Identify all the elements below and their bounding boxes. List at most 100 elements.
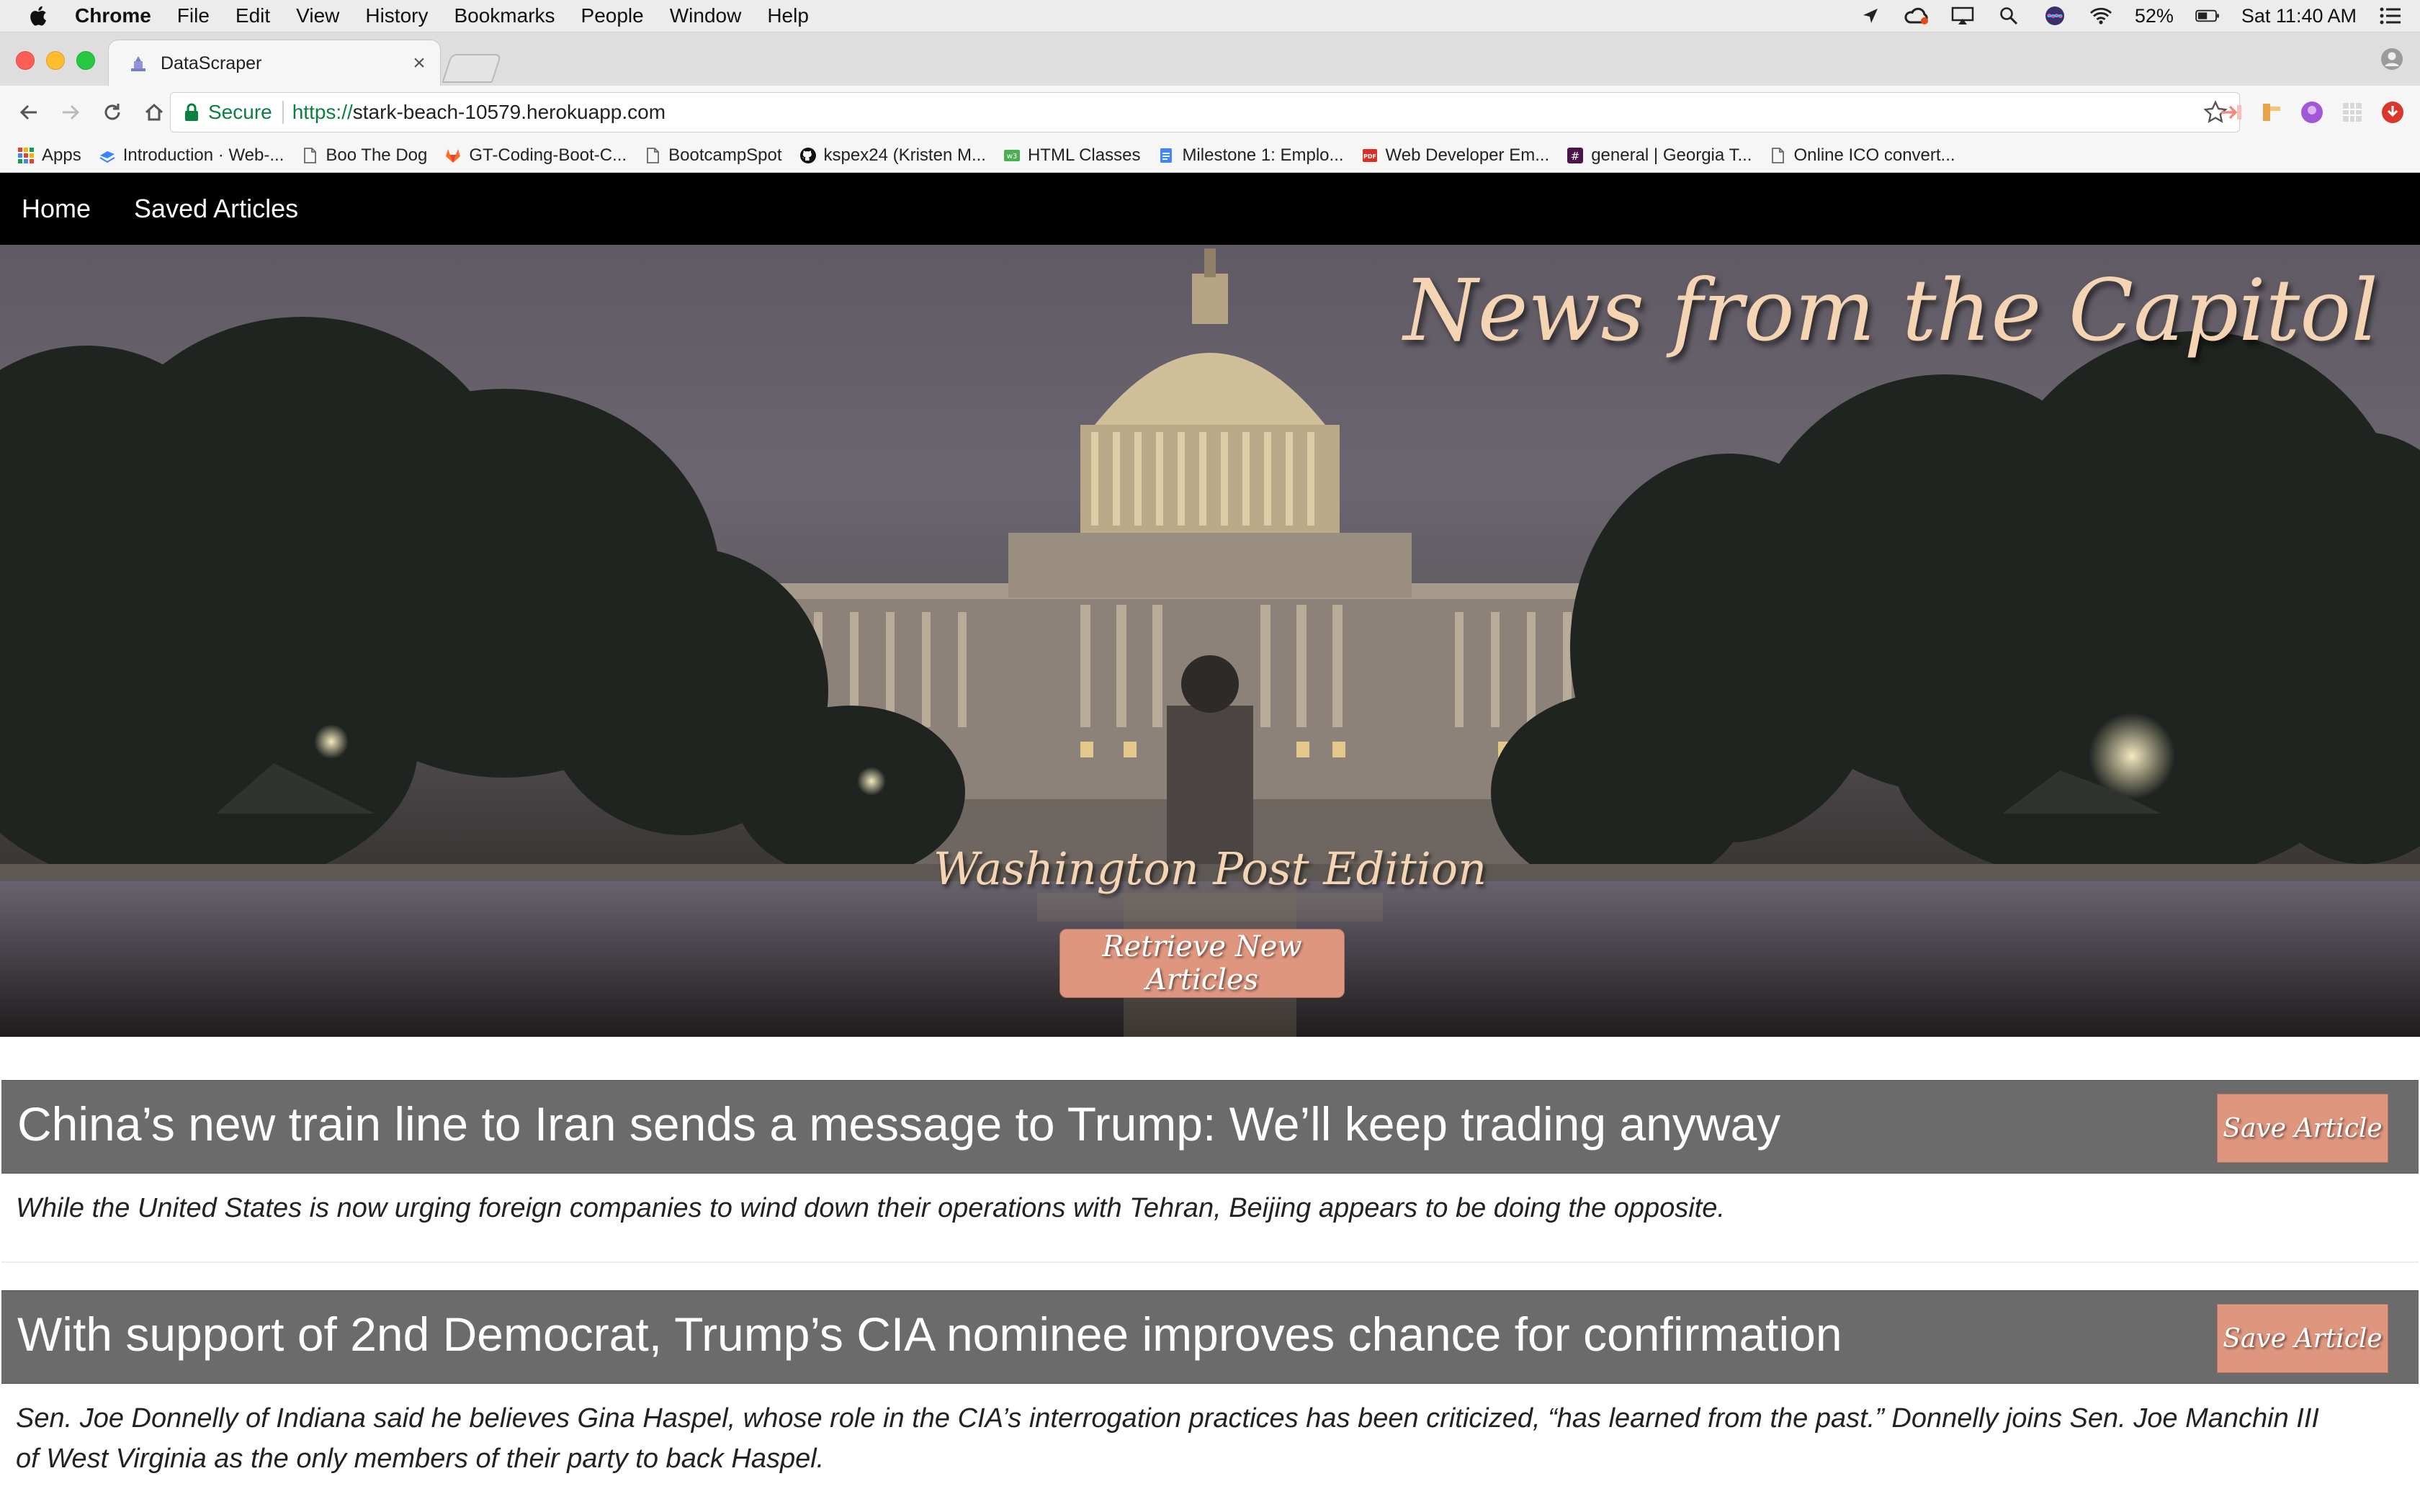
siri-icon[interactable] — [2043, 5, 2067, 27]
hero-banner: News from the Capitol Washington Post Ed… — [0, 245, 2420, 1037]
location-arrow-icon[interactable] — [1858, 5, 1883, 27]
bookmark-online-ico[interactable]: Online ICO convert... — [1769, 145, 1955, 166]
menu-app-name[interactable]: Chrome — [75, 4, 151, 27]
gitbook-icon — [99, 151, 115, 163]
menu-people[interactable]: People — [581, 4, 644, 27]
article-divider — [1, 1261, 2419, 1263]
back-arrow-icon[interactable] — [16, 99, 42, 125]
notification-center-icon[interactable] — [2378, 5, 2403, 27]
tab-close-icon[interactable]: × — [408, 51, 430, 76]
save-article-button[interactable]: Save Article — [2217, 1304, 2388, 1373]
bookmark-label: general | Georgia T... — [1591, 145, 1752, 165]
bookmark-html-classes[interactable]: w3 HTML Classes — [1003, 145, 1140, 166]
address-bar[interactable]: Secure https://stark-beach-10579.herokua… — [170, 92, 2240, 132]
article-header: China’s new train line to Iran sends a m… — [1, 1080, 2419, 1174]
extension-share-icon[interactable] — [2218, 99, 2244, 125]
nav-home-link[interactable]: Home — [22, 194, 91, 224]
omnibox-separator — [282, 101, 284, 124]
forward-arrow-icon[interactable] — [58, 99, 84, 125]
bookmark-label: GT-Coding-Boot-C... — [469, 145, 627, 165]
bookmark-label: Boo The Dog — [326, 145, 428, 165]
svg-text:w3: w3 — [1007, 153, 1018, 161]
battery-percent: 52% — [2134, 4, 2174, 27]
page-icon — [647, 148, 660, 163]
menu-window[interactable]: Window — [670, 4, 742, 27]
bookmark-gt-coding[interactable]: GT-Coding-Boot-C... — [444, 145, 627, 166]
url-host: stark-beach-10579.herokuapp.com — [352, 101, 666, 123]
bookmarks-bar: Apps Introduction · Web-... Boo The Dog … — [0, 139, 2420, 173]
menu-history[interactable]: History — [365, 4, 428, 27]
apps-grid-icon — [18, 148, 34, 163]
github-icon — [799, 148, 816, 163]
bookmark-label: Web Developer Em... — [1385, 145, 1550, 165]
wifi-icon[interactable] — [2089, 5, 2113, 27]
spotlight-search-icon[interactable] — [1996, 5, 2021, 27]
menu-file[interactable]: File — [177, 4, 210, 27]
new-tab-button[interactable] — [442, 54, 502, 83]
svg-text:PDF: PDF — [1363, 153, 1376, 160]
bookmark-boo-the-dog[interactable]: Boo The Dog — [301, 145, 427, 166]
browser-tab-active[interactable]: DataScraper × — [108, 40, 441, 86]
extension-pin-icon[interactable] — [2259, 99, 2285, 125]
menu-bookmarks[interactable]: Bookmarks — [454, 4, 555, 27]
airplay-icon[interactable] — [1950, 5, 1975, 27]
bookmark-apps[interactable]: Apps — [17, 145, 81, 166]
bookmark-kspex24[interactable]: kspex24 (Kristen M... — [799, 145, 986, 166]
menu-view[interactable]: View — [296, 4, 339, 27]
menu-clock[interactable]: Sat 11:40 AM — [2241, 5, 2357, 27]
bookmark-general-georgia[interactable]: # general | Georgia T... — [1567, 145, 1752, 166]
hero-title: News from the Capitol — [1403, 261, 2378, 360]
bookmark-label: HTML Classes — [1027, 145, 1141, 165]
page-icon — [1772, 148, 1785, 163]
site-navbar: Home Saved Articles — [0, 173, 2420, 245]
profile-icon[interactable] — [2380, 47, 2404, 71]
apple-icon[interactable] — [27, 4, 48, 27]
article-header: With support of 2nd Democrat, Trump’s CI… — [1, 1290, 2419, 1384]
article-title[interactable]: China’s new train line to Iran sends a m… — [17, 1097, 1780, 1151]
mac-menu-bar: Chrome File Edit View History Bookmarks … — [0, 0, 2420, 32]
window-zoom-button[interactable] — [76, 51, 95, 70]
tab-title: DataScraper — [161, 53, 262, 73]
svg-text:#: # — [1571, 150, 1580, 163]
bookmark-introduction[interactable]: Introduction · Web-... — [99, 145, 284, 166]
browser-toolbar: Secure https://stark-beach-10579.herokua… — [0, 86, 2420, 139]
bookmark-bootcampspot[interactable]: BootcampSpot — [644, 145, 782, 166]
window-close-button[interactable] — [16, 51, 35, 70]
secure-label: Secure — [208, 101, 272, 123]
slack-icon: # — [1567, 148, 1584, 163]
retrieve-new-articles-button[interactable]: Retrieve New Articles — [1059, 929, 1345, 998]
window-minimize-button[interactable] — [46, 51, 65, 70]
bookmark-label: Introduction · Web-... — [122, 145, 284, 165]
page-icon — [304, 148, 317, 163]
gitlab-icon — [446, 149, 461, 163]
menu-edit[interactable]: Edit — [236, 4, 270, 27]
bookmark-milestone[interactable]: Milestone 1: Emplo... — [1157, 145, 1344, 166]
url-scheme: https:// — [292, 101, 353, 123]
extension-avatar-icon[interactable] — [2299, 99, 2325, 125]
url-text[interactable]: https://stark-beach-10579.herokuapp.com — [292, 101, 666, 124]
hero-subtitle: Washington Post Edition — [933, 842, 1487, 895]
bookmark-label: Milestone 1: Emplo... — [1182, 145, 1344, 165]
lock-icon — [185, 103, 198, 121]
home-icon[interactable] — [141, 99, 167, 125]
browser-tab-strip: DataScraper × — [0, 32, 2420, 86]
article-summary: While the United States is now urging fo… — [16, 1193, 1725, 1223]
menu-help[interactable]: Help — [767, 4, 809, 27]
pdf-icon: PDF — [1362, 149, 1377, 162]
bookmark-label: kspex24 (Kristen M... — [823, 145, 986, 165]
docs-icon — [1160, 148, 1173, 163]
reload-icon[interactable] — [99, 99, 125, 125]
bookmark-label: Online ICO convert... — [1793, 145, 1955, 165]
extension-adblock-icon[interactable] — [2380, 99, 2406, 125]
bookmark-label: Apps — [42, 145, 81, 165]
capitol-building-photo — [0, 248, 2420, 1037]
bookmark-label: BootcampSpot — [668, 145, 782, 165]
creative-cloud-icon[interactable] — [1904, 5, 1929, 27]
article-title[interactable]: With support of 2nd Democrat, Trump’s CI… — [17, 1307, 1842, 1362]
nav-saved-articles-link[interactable]: Saved Articles — [134, 194, 298, 224]
battery-icon[interactable] — [2195, 5, 2220, 27]
bookmark-web-developer[interactable]: PDF Web Developer Em... — [1361, 145, 1550, 166]
save-article-button[interactable]: Save Article — [2217, 1094, 2388, 1163]
extension-grid-icon[interactable] — [2339, 99, 2365, 125]
w3schools-icon: w3 — [1003, 150, 1020, 161]
